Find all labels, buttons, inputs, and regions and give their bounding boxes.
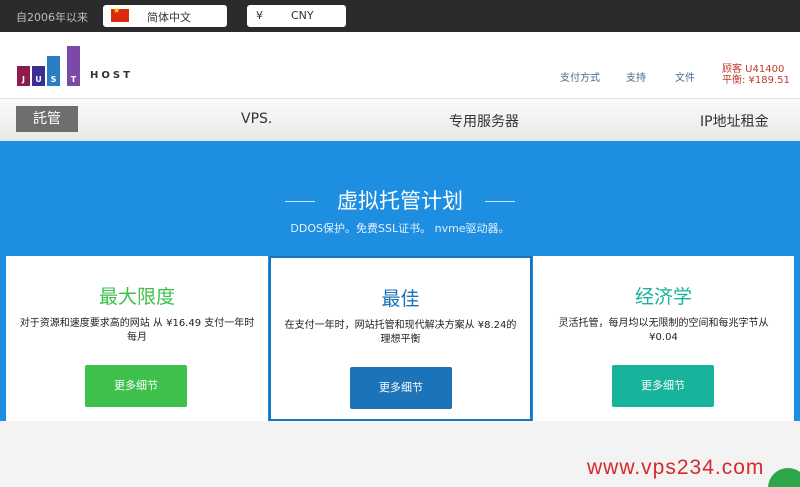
logo-host-text: HOST bbox=[90, 70, 133, 81]
currency-value: CNY bbox=[291, 9, 314, 22]
plan-description-line: 对于资源和速度要求高的网站 从 ¥16.49 支付一年时 bbox=[19, 318, 255, 329]
support-link[interactable]: 支持 bbox=[626, 69, 646, 84]
more-details-button[interactable]: 更多细节 bbox=[612, 365, 714, 407]
plan-description: 灵活托管，每月均以无限制的空间和每兆字节从 ¥0.04 bbox=[541, 317, 786, 345]
account-balance: 平衡: ¥189.51 bbox=[722, 75, 790, 86]
nav-item-dedicated-servers[interactable]: 专用服务器 bbox=[449, 111, 519, 131]
plan-description-line: 理想平衡 bbox=[380, 334, 421, 345]
hero-section: 虚拟托管计划 DDOS保护。免费SSL证书。 nvme驱动器。 bbox=[0, 141, 800, 258]
hero-title: 虚拟托管计划 bbox=[337, 189, 463, 213]
logo-letter-t: T bbox=[67, 46, 80, 86]
hero-subtitle: DDOS保护。免费SSL证书。 nvme驱动器。 bbox=[290, 222, 510, 235]
nav-item-hosting[interactable]: 託管 bbox=[16, 106, 78, 132]
plan-title: 最佳 bbox=[381, 288, 420, 310]
language-selector[interactable]: 简体中文 bbox=[103, 5, 227, 27]
plan-description: 在支付一年时，网站托管和现代解决方案从 ¥8.24的 理想平衡 bbox=[279, 319, 522, 347]
plan-description: 对于资源和速度要求高的网站 从 ¥16.49 支付一年时 每月 bbox=[14, 317, 260, 345]
site-header: J U S T HOST 支付方式 支持 文件 顾客 U41400 平衡: ¥1… bbox=[0, 32, 800, 98]
top-bar: 自2006年以来 简体中文 ¥ CNY bbox=[0, 0, 800, 32]
plan-title: 最大限度 bbox=[98, 286, 175, 308]
payment-methods-link[interactable]: 支付方式 bbox=[560, 69, 600, 84]
plan-description-line: ¥0.04 bbox=[649, 332, 678, 343]
account-id: 顾客 U41400 bbox=[722, 64, 785, 75]
documents-link[interactable]: 文件 bbox=[675, 69, 695, 84]
plan-description-line: 在支付一年时，网站托管和现代解决方案从 ¥8.24的 bbox=[284, 320, 517, 331]
nav-item-vps[interactable]: VPS. bbox=[241, 111, 272, 127]
china-flag-icon bbox=[111, 6, 129, 22]
currency-selector[interactable]: ¥ CNY bbox=[247, 5, 346, 27]
account-info[interactable]: 顾客 U41400 平衡: ¥189.51 bbox=[722, 64, 790, 86]
more-details-button[interactable]: 更多细节 bbox=[85, 365, 187, 407]
nav-item-ip-rental[interactable]: IP地址租金 bbox=[700, 111, 769, 131]
logo-letter-j: J bbox=[17, 66, 30, 86]
plan-description-line: 每月 bbox=[127, 332, 147, 343]
justhost-logo[interactable]: J U S T HOST bbox=[17, 46, 137, 86]
more-details-button[interactable]: 更多细节 bbox=[350, 367, 452, 409]
plan-card-economy: 经济学 灵活托管，每月均以无限制的空间和每兆字节从 ¥0.04 更多细节 bbox=[533, 256, 794, 421]
title-divider-right bbox=[485, 201, 515, 202]
language-value: 简体中文 bbox=[147, 11, 191, 24]
logo-letter-s: S bbox=[47, 56, 60, 86]
plan-title: 经济学 bbox=[634, 286, 692, 308]
plan-card-best: 最佳 在支付一年时，网站托管和现代解决方案从 ¥8.24的 理想平衡 更多细节 bbox=[269, 256, 532, 421]
plan-card-maximum: 最大限度 对于资源和速度要求高的网站 从 ¥16.49 支付一年时 每月 更多细… bbox=[6, 256, 268, 421]
watermark-text: www.vps234.com bbox=[587, 456, 765, 479]
since-label: 自2006年以来 bbox=[16, 11, 88, 24]
logo-letter-u: U bbox=[32, 66, 45, 86]
currency-symbol: ¥ bbox=[256, 9, 263, 22]
main-nav: 託管 VPS. 专用服务器 IP地址租金 bbox=[0, 98, 800, 141]
plan-description-line: 灵活托管，每月均以无限制的空间和每兆字节从 bbox=[558, 318, 769, 329]
